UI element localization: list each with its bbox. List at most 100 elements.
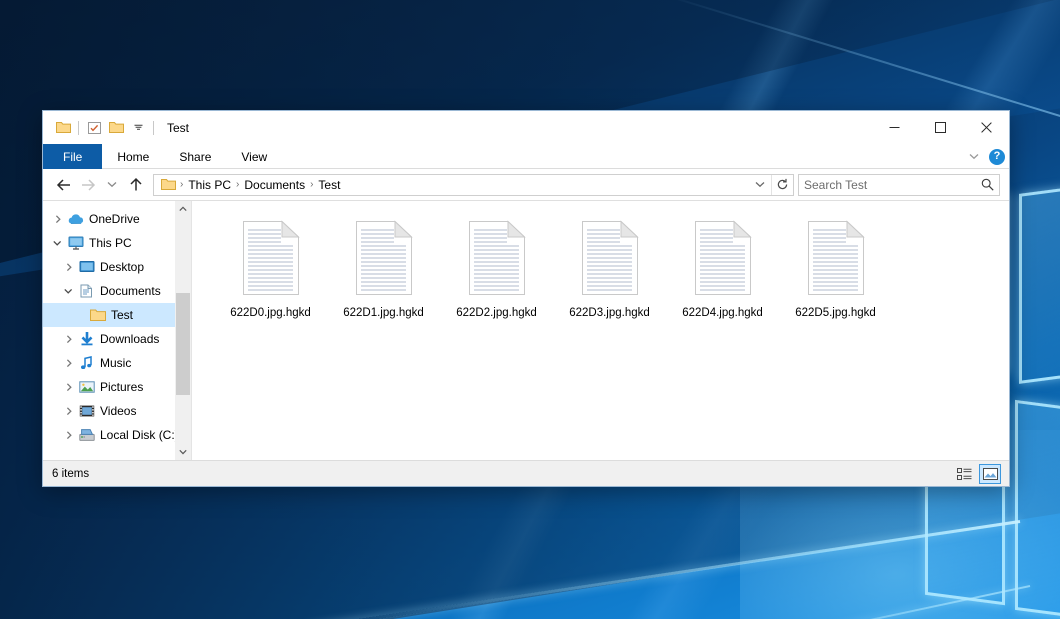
back-arrow-icon[interactable] xyxy=(52,173,76,197)
search-box[interactable] xyxy=(798,174,1000,196)
recent-locations-icon[interactable] xyxy=(100,173,124,197)
refresh-icon[interactable] xyxy=(771,175,793,195)
monitor-icon xyxy=(66,236,86,250)
generic-file-icon xyxy=(459,215,535,301)
sidebar-item-pictures[interactable]: Pictures xyxy=(43,375,191,399)
chevron-right-icon[interactable] xyxy=(60,335,77,344)
window-title: Test xyxy=(167,121,189,135)
tab-view[interactable]: View xyxy=(226,144,282,169)
cloud-icon xyxy=(66,212,86,226)
address-bar-row: › This PC › Documents › Test xyxy=(43,169,1009,200)
sidebar-item-music[interactable]: Music xyxy=(43,351,191,375)
chevron-right-icon[interactable] xyxy=(49,215,66,224)
scrollbar-thumb[interactable] xyxy=(176,293,190,395)
window-controls xyxy=(871,111,1009,144)
generic-file-icon xyxy=(346,215,422,301)
minimize-button[interactable] xyxy=(871,111,917,144)
view-toggle-group xyxy=(953,461,1001,487)
chevron-down-icon[interactable] xyxy=(49,240,66,246)
breadcrumb-item-this-pc[interactable]: This PC xyxy=(185,178,234,192)
file-explorer-window: Test File Home Share View xyxy=(42,110,1010,487)
chevron-down-icon[interactable] xyxy=(127,117,149,139)
file-item[interactable]: 622D5.jpg.hgkd xyxy=(779,212,892,319)
up-arrow-icon[interactable] xyxy=(124,173,148,197)
chevron-right-icon[interactable] xyxy=(60,263,77,272)
chevron-right-icon[interactable] xyxy=(60,359,77,368)
sidebar-item-label: Documents xyxy=(97,284,161,298)
sidebar-item-label: Videos xyxy=(97,404,136,418)
generic-file-icon xyxy=(685,215,761,301)
chevron-down-icon[interactable] xyxy=(749,175,771,195)
sidebar-item-videos[interactable]: Videos xyxy=(43,399,191,423)
search-input[interactable] xyxy=(804,178,981,192)
navigation-scrollbar[interactable] xyxy=(175,201,191,460)
file-item[interactable]: 622D0.jpg.hgkd xyxy=(214,212,327,319)
new-folder-icon[interactable] xyxy=(105,117,127,139)
file-name-label: 622D0.jpg.hgkd xyxy=(230,307,311,319)
desktop-icon xyxy=(77,260,97,274)
music-icon xyxy=(77,356,97,370)
sidebar-item-desktop[interactable]: Desktop xyxy=(43,255,191,279)
toolbar-divider xyxy=(153,121,154,135)
tab-home[interactable]: Home xyxy=(102,144,164,169)
search-icon[interactable] xyxy=(981,178,994,191)
close-button[interactable] xyxy=(963,111,1009,144)
file-name-label: 622D5.jpg.hgkd xyxy=(795,307,876,319)
breadcrumb: › This PC › Documents › Test xyxy=(158,178,343,192)
help-icon[interactable]: ? xyxy=(989,149,1005,165)
address-bar-actions xyxy=(749,175,793,195)
breadcrumb-separator: › xyxy=(234,179,241,190)
sidebar-item-label: OneDrive xyxy=(86,212,140,226)
file-item[interactable]: 622D1.jpg.hgkd xyxy=(327,212,440,319)
chevron-right-icon[interactable] xyxy=(60,383,77,392)
breadcrumb-separator: › xyxy=(308,179,315,190)
sidebar-item-onedrive[interactable]: OneDrive xyxy=(43,207,191,231)
breadcrumb-item-documents[interactable]: Documents xyxy=(241,178,308,192)
sidebar-item-documents[interactable]: Documents xyxy=(43,279,191,303)
navigation-tree: OneDrive This PC Desktop Documents Test Downl… xyxy=(43,201,191,447)
maximize-button[interactable] xyxy=(917,111,963,144)
file-item[interactable]: 622D3.jpg.hgkd xyxy=(553,212,666,319)
properties-icon[interactable] xyxy=(83,117,105,139)
sidebar-item-this-pc[interactable]: This PC xyxy=(43,231,191,255)
folder-icon[interactable] xyxy=(52,117,74,139)
file-list-pane[interactable]: 622D0.jpg.hgkd 622D1.jpg.hgkd 622D2.jpg.hg… xyxy=(191,201,1009,460)
sidebar-item-local-disk-c[interactable]: Local Disk (C:) xyxy=(43,423,191,447)
file-item[interactable]: 622D2.jpg.hgkd xyxy=(440,212,553,319)
scroll-up-icon[interactable] xyxy=(175,201,191,217)
drive-icon xyxy=(77,428,97,442)
sidebar-item-label: Test xyxy=(108,308,133,322)
address-bar[interactable]: › This PC › Documents › Test xyxy=(153,174,794,196)
folder-icon xyxy=(88,308,108,322)
file-name-label: 622D4.jpg.hgkd xyxy=(682,307,763,319)
large-icons-view-button[interactable] xyxy=(979,464,1001,484)
sidebar-item-downloads[interactable]: Downloads xyxy=(43,327,191,351)
file-name-label: 622D2.jpg.hgkd xyxy=(456,307,537,319)
file-grid: 622D0.jpg.hgkd 622D1.jpg.hgkd 622D2.jpg.hg… xyxy=(214,212,1009,319)
tab-share[interactable]: Share xyxy=(164,144,226,169)
chevron-right-icon[interactable] xyxy=(60,431,77,440)
generic-file-icon xyxy=(798,215,874,301)
breadcrumb-item-test[interactable]: Test xyxy=(315,178,343,192)
chevron-down-icon[interactable] xyxy=(965,148,983,166)
toolbar-divider xyxy=(78,121,79,135)
scroll-down-icon[interactable] xyxy=(175,444,191,460)
chevron-right-icon[interactable] xyxy=(60,407,77,416)
sidebar-item-label: Desktop xyxy=(97,260,144,274)
folder-icon[interactable] xyxy=(158,178,178,191)
tab-file[interactable]: File xyxy=(43,144,102,169)
sidebar-item-label: Music xyxy=(97,356,131,370)
document-icon xyxy=(77,284,97,298)
ribbon-tab-bar: File Home Share View ? xyxy=(43,144,1009,169)
sidebar-item-label: Local Disk (C:) xyxy=(97,428,179,442)
chevron-down-icon[interactable] xyxy=(60,288,77,294)
sidebar-item-label: Pictures xyxy=(97,380,143,394)
sidebar-item-test[interactable]: Test xyxy=(43,303,191,327)
windows-logo-pane xyxy=(1019,178,1060,384)
details-view-button[interactable] xyxy=(953,464,975,484)
file-item[interactable]: 622D4.jpg.hgkd xyxy=(666,212,779,319)
explorer-body: OneDrive This PC Desktop Documents Test Downl… xyxy=(43,200,1009,460)
ribbon-right-controls: ? xyxy=(965,144,1005,169)
pictures-icon xyxy=(77,380,97,394)
video-icon xyxy=(77,404,97,418)
